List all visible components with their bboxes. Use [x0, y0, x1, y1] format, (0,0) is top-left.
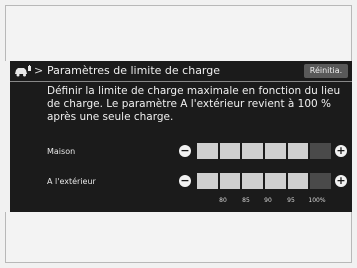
bottom-frame	[5, 212, 352, 263]
home-label: Maison	[47, 147, 76, 156]
home-decrease-button[interactable]: −	[179, 145, 191, 157]
level-segment	[287, 173, 309, 189]
car-charge-icon	[15, 65, 31, 77]
level-segment	[219, 143, 241, 159]
scale-tick: 90	[264, 197, 272, 204]
away-label: A l'extérieur	[47, 177, 96, 186]
page-title: Paramètres de limite de charge	[47, 64, 221, 77]
away-increase-button[interactable]: +	[335, 175, 347, 187]
header-bar: > Paramètres de limite de charge Réiniti…	[10, 61, 352, 82]
chevron-right-icon[interactable]: >	[34, 64, 43, 77]
level-segment	[310, 173, 332, 189]
level-segment	[265, 143, 286, 159]
home-level-bar[interactable]	[197, 143, 332, 159]
home-increase-button[interactable]: +	[335, 145, 347, 157]
scale-tick: 85	[242, 197, 250, 204]
level-segment	[219, 173, 241, 189]
level-segment	[242, 143, 264, 159]
scale-tick: 100%	[308, 197, 326, 204]
level-segment	[287, 143, 309, 159]
level-segment	[197, 143, 218, 159]
level-segment	[310, 143, 332, 159]
level-segment	[242, 173, 264, 189]
reset-button[interactable]: Réinitia.	[304, 64, 348, 78]
charge-limit-screen: > Paramètres de limite de charge Réiniti…	[10, 61, 352, 212]
scale-tick: 80	[219, 197, 227, 204]
top-frame	[5, 5, 352, 61]
description-text: Définir la limite de charge maximale en …	[47, 85, 341, 123]
level-segment	[265, 173, 286, 189]
away-decrease-button[interactable]: −	[179, 175, 191, 187]
away-level-bar[interactable]	[197, 173, 332, 189]
level-segment	[197, 173, 218, 189]
scale-tick: 95	[287, 197, 295, 204]
